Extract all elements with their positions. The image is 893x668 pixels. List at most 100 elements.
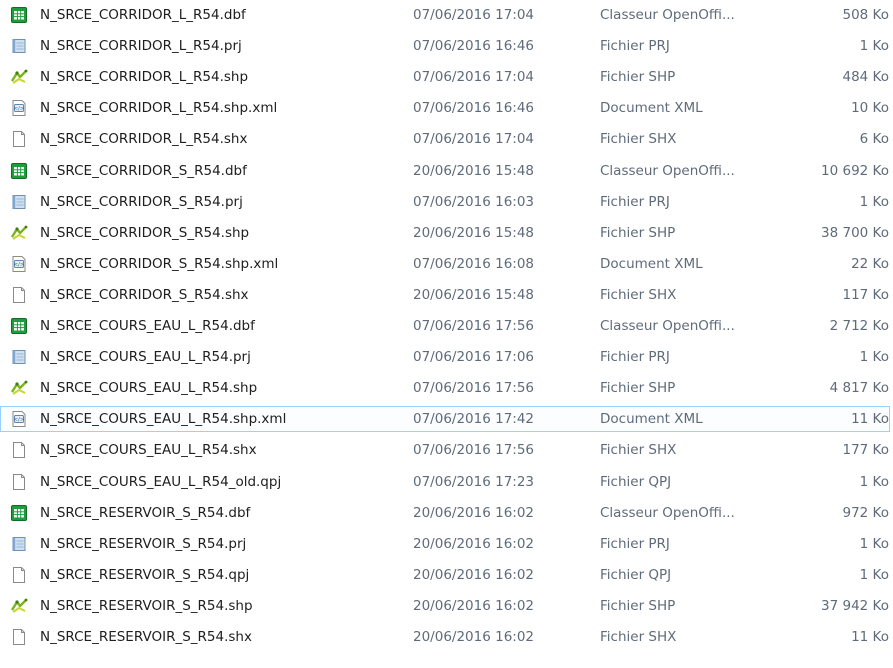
file-row[interactable]: </> N_SRCE_CORRIDOR_L_R54.shp.xml 07/06/20…	[0, 93, 893, 123]
spreadsheet-icon	[10, 6, 28, 24]
file-row[interactable]: N_SRCE_COURS_EAU_L_R54.dbf 07/06/2016 17:…	[0, 311, 893, 341]
file-size: 37 942 Ko	[821, 597, 889, 614]
prj-file-icon	[10, 348, 28, 366]
shapefile-icon	[10, 68, 28, 86]
file-row[interactable]: </> N_SRCE_COURS_EAU_L_R54.shp.xml 07/06/2…	[0, 404, 893, 434]
file-size: 10 692 Ko	[821, 162, 889, 179]
file-size: 22 Ko	[851, 255, 889, 272]
file-name: N_SRCE_RESERVOIR_S_R54.prj	[40, 535, 247, 552]
file-type: Fichier SHP	[600, 597, 676, 614]
prj-file-icon	[10, 193, 28, 211]
file-row[interactable]: N_SRCE_RESERVOIR_S_R54.shx 20/06/2016 16:…	[0, 622, 893, 652]
file-type: Document XML	[600, 411, 703, 428]
file-row[interactable]: N_SRCE_CORRIDOR_L_R54.prj 07/06/2016 16:4…	[0, 31, 893, 61]
file-name: N_SRCE_COURS_EAU_L_R54.shp	[40, 380, 258, 397]
file-type: Fichier PRJ	[600, 193, 670, 210]
file-date: 07/06/2016 17:56	[413, 442, 535, 459]
file-row[interactable]: N_SRCE_CORRIDOR_S_R54.dbf 20/06/2016 15:4…	[0, 156, 893, 186]
file-size: 11 Ko	[851, 629, 889, 645]
spreadsheet-icon	[10, 504, 28, 522]
file-date: 20/06/2016 15:48	[413, 286, 535, 303]
file-row[interactable]: N_SRCE_CORRIDOR_L_R54.dbf 07/06/2016 17:0…	[0, 0, 893, 30]
file-date: 07/06/2016 17:42	[413, 411, 535, 428]
file-date: 20/06/2016 15:48	[413, 224, 535, 241]
file-type: Classeur OpenOffi...	[600, 504, 735, 521]
file-type: Classeur OpenOffi...	[600, 7, 735, 23]
file-size: 972 Ko	[842, 504, 890, 521]
file-date: 07/06/2016 16:46	[413, 38, 535, 55]
file-date: 07/06/2016 17:06	[413, 349, 535, 366]
file-date: 07/06/2016 17:04	[413, 69, 535, 86]
file-date: 07/06/2016 17:23	[413, 473, 535, 490]
file-name: N_SRCE_CORRIDOR_S_R54.shp	[40, 224, 250, 241]
file-type: Document XML	[600, 100, 703, 117]
file-row[interactable]: N_SRCE_COURS_EAU_L_R54.prj 07/06/2016 17:…	[0, 342, 893, 372]
file-date: 07/06/2016 17:04	[413, 7, 535, 23]
file-name: N_SRCE_CORRIDOR_L_R54.shx	[40, 131, 248, 148]
file-name: N_SRCE_RESERVOIR_S_R54.shx	[40, 629, 252, 645]
file-row[interactable]: N_SRCE_CORRIDOR_S_R54.prj 07/06/2016 16:0…	[0, 187, 893, 217]
file-date: 20/06/2016 16:02	[413, 504, 535, 521]
file-type: Fichier SHP	[600, 224, 676, 241]
file-row[interactable]: N_SRCE_COURS_EAU_L_R54_old.qpj 07/06/2016…	[0, 467, 893, 497]
file-name: N_SRCE_CORRIDOR_L_R54.dbf	[40, 7, 246, 23]
file-type: Fichier SHX	[600, 286, 677, 303]
file-size: 11 Ko	[851, 411, 889, 428]
shapefile-icon	[10, 224, 28, 242]
svg-text:</>: </>	[13, 262, 24, 268]
prj-file-icon	[10, 37, 28, 55]
file-row[interactable]: N_SRCE_COURS_EAU_L_R54.shp 07/06/2016 17:…	[0, 373, 893, 403]
file-name: N_SRCE_CORRIDOR_S_R54.prj	[40, 193, 243, 210]
xml-file-icon: </>	[10, 410, 28, 428]
file-name: N_SRCE_COURS_EAU_L_R54.shx	[40, 442, 257, 459]
file-date: 07/06/2016 16:46	[413, 100, 535, 117]
file-name: N_SRCE_CORRIDOR_S_R54.shx	[40, 286, 249, 303]
file-type: Fichier QPJ	[600, 566, 672, 583]
file-type: Fichier SHP	[600, 380, 676, 397]
file-name: N_SRCE_COURS_EAU_L_R54.dbf	[40, 318, 255, 334]
file-row[interactable]: </> N_SRCE_CORRIDOR_S_R54.shp.xml 07/06/20…	[0, 249, 893, 279]
file-size: 1 Ko	[859, 535, 889, 552]
file-type: Fichier PRJ	[600, 535, 670, 552]
file-date: 07/06/2016 17:56	[413, 380, 535, 397]
file-type: Fichier QPJ	[600, 473, 672, 490]
file-size: 177 Ko	[842, 442, 890, 459]
file-size: 508 Ko	[842, 7, 890, 23]
shapefile-icon	[10, 597, 28, 615]
file-type: Document XML	[600, 255, 703, 272]
file-row[interactable]: N_SRCE_CORRIDOR_S_R54.shx 20/06/2016 15:4…	[0, 280, 893, 310]
file-row[interactable]: N_SRCE_CORRIDOR_L_R54.shp 07/06/2016 17:0…	[0, 62, 893, 92]
file-row[interactable]: N_SRCE_RESERVOIR_S_R54.shp 20/06/2016 16:…	[0, 591, 893, 621]
file-name: N_SRCE_COURS_EAU_L_R54_old.qpj	[40, 473, 282, 490]
file-date: 20/06/2016 15:48	[413, 162, 535, 179]
file-date: 07/06/2016 17:56	[413, 318, 535, 334]
file-name: N_SRCE_CORRIDOR_L_R54.shp.xml	[40, 100, 278, 117]
file-row[interactable]: N_SRCE_COURS_EAU_L_R54.shx 07/06/2016 17:…	[0, 435, 893, 465]
file-type: Classeur OpenOffi...	[600, 162, 735, 179]
spreadsheet-icon	[10, 162, 28, 180]
file-row[interactable]: N_SRCE_RESERVOIR_S_R54.prj 20/06/2016 16:…	[0, 529, 893, 559]
blank-file-icon	[10, 441, 28, 459]
file-type: Fichier PRJ	[600, 349, 670, 366]
file-name: N_SRCE_CORRIDOR_L_R54.prj	[40, 38, 242, 55]
file-type: Fichier SHX	[600, 131, 677, 148]
svg-text:</>: </>	[13, 106, 24, 112]
file-type: Fichier PRJ	[600, 38, 670, 55]
file-row[interactable]: N_SRCE_CORRIDOR_L_R54.shx 07/06/2016 17:0…	[0, 124, 893, 154]
xml-file-icon: </>	[10, 255, 28, 273]
file-size: 38 700 Ko	[821, 224, 889, 241]
file-row[interactable]: N_SRCE_RESERVOIR_S_R54.qpj 20/06/2016 16:…	[0, 560, 893, 590]
file-size: 1 Ko	[859, 38, 889, 55]
file-type: Fichier SHX	[600, 629, 677, 645]
file-name: N_SRCE_COURS_EAU_L_R54.prj	[40, 349, 251, 366]
file-row[interactable]: N_SRCE_RESERVOIR_S_R54.dbf 20/06/2016 16:…	[0, 498, 893, 528]
file-date: 20/06/2016 16:02	[413, 535, 535, 552]
file-size: 10 Ko	[851, 100, 889, 117]
prj-file-icon	[10, 535, 28, 553]
xml-file-icon: </>	[10, 99, 28, 117]
file-name: N_SRCE_RESERVOIR_S_R54.dbf	[40, 504, 251, 521]
file-size: 6 Ko	[859, 131, 889, 148]
svg-text:</>: </>	[13, 417, 24, 423]
blank-file-icon	[10, 473, 28, 491]
file-row[interactable]: N_SRCE_CORRIDOR_S_R54.shp 20/06/2016 15:4…	[0, 218, 893, 248]
